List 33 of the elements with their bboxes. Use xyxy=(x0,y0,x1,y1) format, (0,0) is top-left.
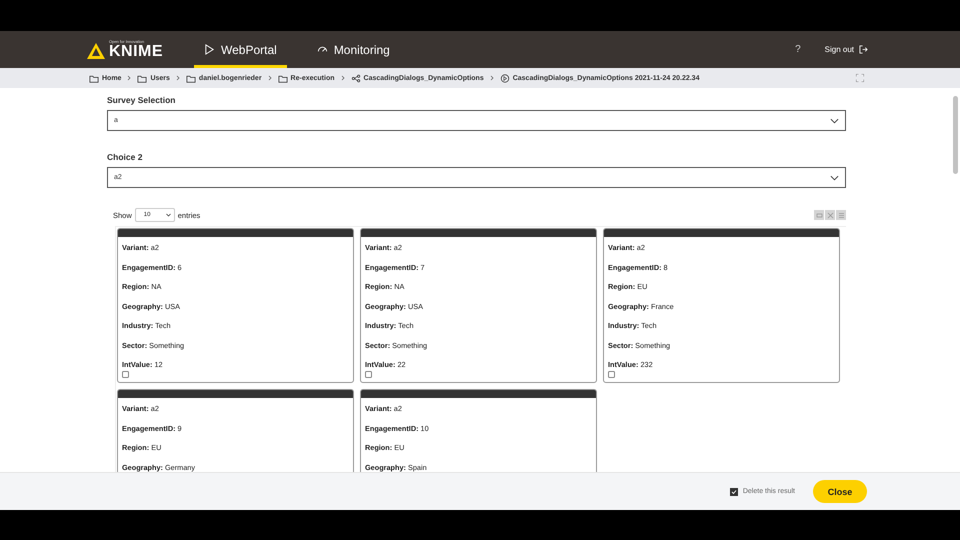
folder-icon xyxy=(137,74,148,82)
folder-icon xyxy=(89,74,99,82)
play-circle-icon xyxy=(500,74,510,82)
chevron-down-icon xyxy=(830,118,839,124)
play-icon xyxy=(204,44,215,55)
chevron-right-icon xyxy=(127,75,132,81)
field-label: Choice 2 xyxy=(107,152,144,163)
folder-icon xyxy=(186,74,196,82)
chevron-right-icon xyxy=(490,75,494,81)
delete-checkbox[interactable] xyxy=(730,488,738,496)
scrollbar-thumb[interactable] xyxy=(953,96,958,174)
field-label: Survey Selection xyxy=(107,95,177,106)
chevron-right-icon xyxy=(340,75,345,81)
select-checkbox[interactable] xyxy=(365,370,372,378)
menu-tool-button[interactable] xyxy=(836,210,846,220)
select-checkbox[interactable] xyxy=(608,370,615,378)
triangle-logo-icon xyxy=(86,42,106,60)
sign-out-button[interactable]: Sign out xyxy=(824,45,868,54)
chevron-right-icon xyxy=(268,75,272,81)
folder-icon xyxy=(278,74,288,82)
fullscreen-icon[interactable] xyxy=(856,74,864,82)
chevron-down-icon xyxy=(830,174,839,180)
select-checkbox[interactable] xyxy=(122,370,129,378)
close-button[interactable]: Close xyxy=(813,480,867,503)
nav-tab[interactable]: Monitoring xyxy=(306,31,400,68)
minus-tool-button[interactable] xyxy=(814,210,824,220)
logo-wordmark: KNIME xyxy=(109,44,164,60)
expand-tool-button[interactable] xyxy=(825,210,835,220)
chevron-down-icon xyxy=(166,213,171,217)
help-link[interactable]: ? xyxy=(795,44,801,55)
chevron-right-icon xyxy=(176,75,180,81)
workflow-icon xyxy=(350,74,361,82)
sign-out-icon xyxy=(859,45,868,54)
